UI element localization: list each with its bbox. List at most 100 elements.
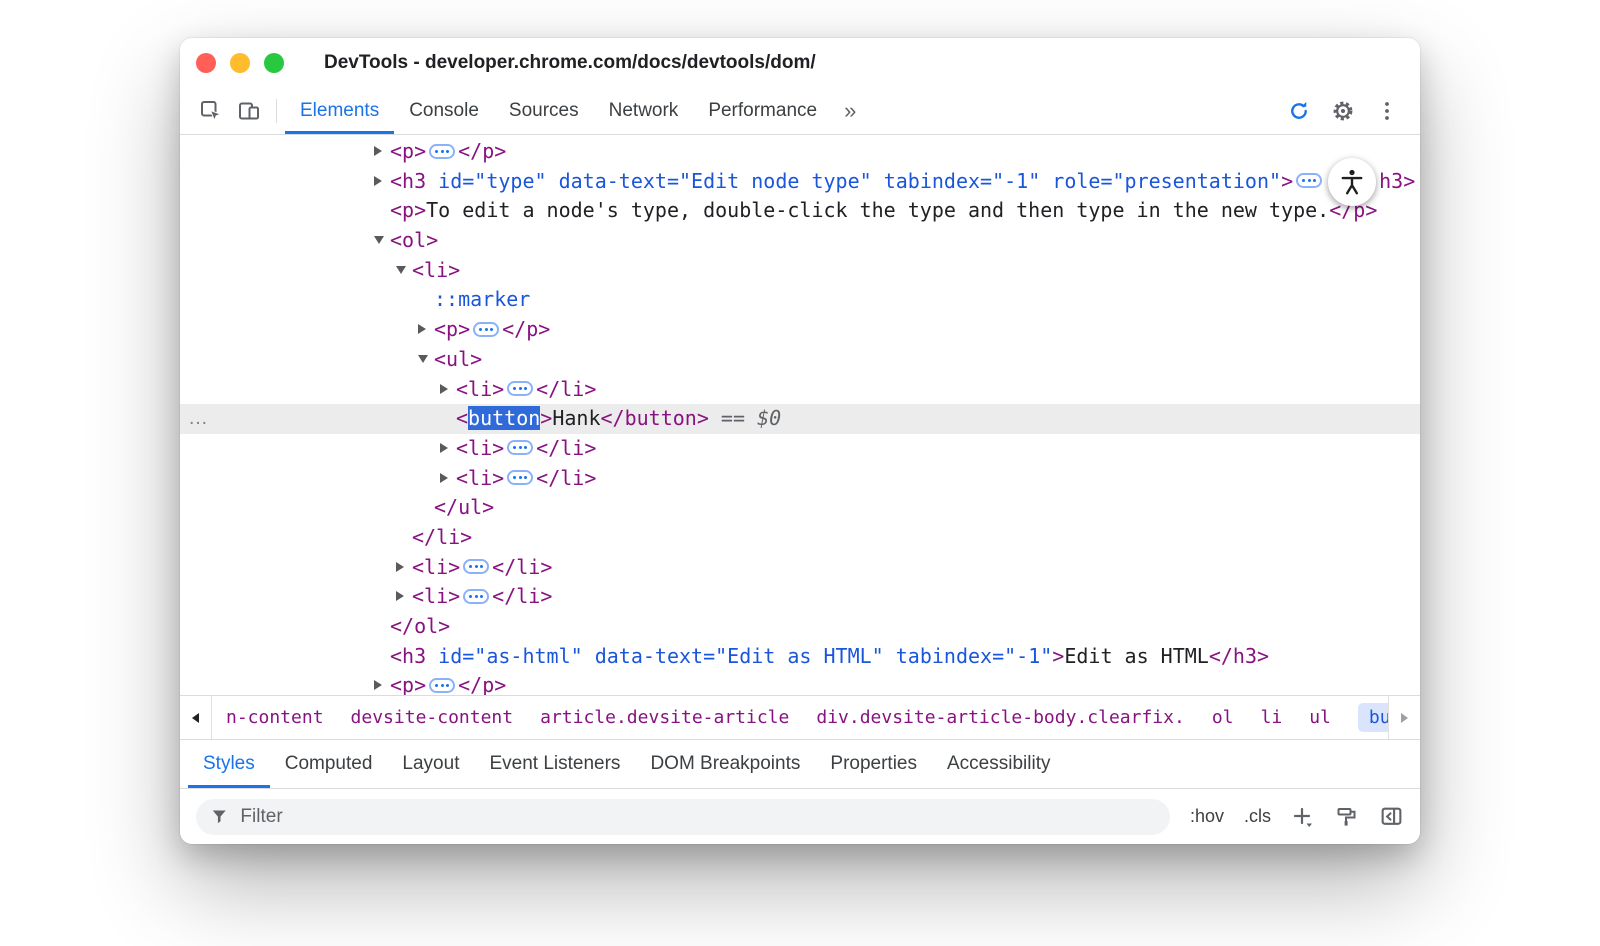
ellipsis-expand-icon[interactable]: [463, 589, 489, 604]
tab-accessibility[interactable]: Accessibility: [932, 740, 1065, 788]
dot: [1308, 179, 1311, 182]
breadcrumb-item-n-content[interactable]: n-content: [226, 707, 324, 728]
expand-arrow-icon[interactable]: [440, 434, 456, 464]
dom-attribute: id="type": [426, 169, 546, 193]
tab-network[interactable]: Network: [594, 87, 694, 134]
tree-row[interactable]: <li></li>: [180, 434, 1420, 464]
expand-arrow-icon[interactable]: [418, 315, 434, 345]
ellipsis-expand-icon[interactable]: [507, 470, 533, 485]
tree-row[interactable]: <li></li>: [180, 464, 1420, 494]
expand-arrow-icon[interactable]: [374, 671, 390, 695]
tree-row[interactable]: <p></p>: [180, 671, 1420, 695]
tree-row[interactable]: <li></li>: [180, 582, 1420, 612]
tab-styles[interactable]: Styles: [188, 740, 270, 788]
dot: [490, 328, 493, 331]
tree-row[interactable]: …<button>Hank</button> == $0: [180, 404, 1420, 434]
more-panels-button[interactable]: »: [832, 87, 868, 134]
dom-tag: <: [456, 406, 468, 430]
tree-row[interactable]: </ul>: [180, 493, 1420, 523]
tab-sources[interactable]: Sources: [494, 87, 594, 134]
breadcrumb-item-li[interactable]: li: [1261, 707, 1283, 728]
breadcrumb-item-button[interactable]: button: [1358, 703, 1388, 732]
toggle-sidebar-button[interactable]: [1379, 804, 1404, 829]
tab-layout[interactable]: Layout: [387, 740, 474, 788]
expand-arrow-icon[interactable]: [440, 464, 456, 494]
ellipsis-expand-icon[interactable]: [429, 144, 455, 159]
dot: [479, 328, 482, 331]
tree-row[interactable]: <ul>: [180, 345, 1420, 375]
dom-tag: </ul>: [434, 495, 494, 519]
tree-row[interactable]: <p></p>: [180, 315, 1420, 345]
new-style-rule-button[interactable]: [1291, 805, 1315, 829]
tree-row[interactable]: <h3 id="as-html" data-text="Edit as HTML…: [180, 642, 1420, 672]
tab-properties[interactable]: Properties: [815, 740, 932, 788]
device-toolbar-icon[interactable]: [230, 93, 268, 129]
ellipsis-expand-icon[interactable]: [507, 440, 533, 455]
tree-row[interactable]: </li>: [180, 523, 1420, 553]
expand-arrow-icon[interactable]: [374, 167, 390, 197]
inspect-element-icon[interactable]: [192, 93, 230, 129]
dom-tag: >: [1052, 644, 1064, 668]
rendering-emulation-button[interactable]: [1335, 805, 1359, 829]
tab-event-listeners[interactable]: Event Listeners: [474, 740, 635, 788]
breadcrumb-item-div-devsite-article-body-clearfix-[interactable]: div.devsite-article-body.clearfix.: [816, 707, 1184, 728]
tree-row[interactable]: ::marker: [180, 285, 1420, 315]
collapse-arrow-icon[interactable]: [418, 345, 434, 375]
filter-input[interactable]: [238, 805, 1156, 829]
row-actions-ellipsis[interactable]: …: [188, 404, 209, 434]
tree-row[interactable]: <p>To edit a node's type, double-click t…: [180, 196, 1420, 226]
ellipsis-expand-icon[interactable]: [1296, 173, 1322, 188]
tree-row[interactable]: <ol>: [180, 226, 1420, 256]
dot: [1313, 179, 1316, 182]
breadcrumb-scroll-right-button[interactable]: [1388, 696, 1420, 739]
dom-tag: <p>: [390, 139, 426, 163]
breadcrumb-item-article-devsite-article[interactable]: article.devsite-article: [540, 707, 789, 728]
tab-performance[interactable]: Performance: [693, 87, 832, 134]
dot: [485, 328, 488, 331]
dot: [513, 446, 516, 449]
expand-arrow-icon[interactable]: [440, 375, 456, 405]
kebab-menu-icon[interactable]: [1368, 93, 1406, 129]
collapse-arrow-icon[interactable]: [374, 226, 390, 256]
close-button[interactable]: [196, 53, 216, 73]
breadcrumb-item-ul[interactable]: ul: [1309, 707, 1331, 728]
expand-arrow-icon[interactable]: [396, 582, 412, 612]
breadcrumb-item-ol[interactable]: ol: [1212, 707, 1234, 728]
tab-computed[interactable]: Computed: [270, 740, 388, 788]
ellipsis-expand-icon[interactable]: [507, 381, 533, 396]
panel-tabs: ElementsConsoleSourcesNetworkPerformance: [285, 87, 832, 134]
tree-row[interactable]: <li></li>: [180, 553, 1420, 583]
selected-tag-name[interactable]: button: [468, 406, 540, 430]
sync-reload-icon[interactable]: [1280, 93, 1318, 129]
toolbar-divider: [276, 99, 277, 123]
tree-row[interactable]: <h3 id="type" data-text="Edit node type"…: [180, 167, 1420, 197]
minimize-button[interactable]: [230, 53, 250, 73]
plus-icon: [1291, 805, 1315, 829]
tree-row[interactable]: <li>: [180, 256, 1420, 286]
expand-arrow-icon[interactable]: [374, 137, 390, 167]
breadcrumb-item-devsite-content[interactable]: devsite-content: [351, 707, 514, 728]
dom-tree: <p></p><h3 id="type" data-text="Edit nod…: [180, 135, 1420, 695]
accessibility-person-icon[interactable]: [1328, 158, 1376, 206]
toggle-element-state-button[interactable]: :hov: [1190, 806, 1224, 827]
dot: [519, 476, 522, 479]
dot: [524, 446, 527, 449]
ellipsis-expand-icon[interactable]: [473, 322, 499, 337]
dom-text: To edit a node's type, double-click the …: [426, 198, 1329, 222]
tree-row[interactable]: </ol>: [180, 612, 1420, 642]
tab-console[interactable]: Console: [394, 87, 494, 134]
tree-row[interactable]: <p></p>: [180, 137, 1420, 167]
zoom-button[interactable]: [264, 53, 284, 73]
tab-elements[interactable]: Elements: [285, 87, 394, 134]
gear-icon: [1330, 98, 1356, 124]
ellipsis-expand-icon[interactable]: [463, 559, 489, 574]
tab-dom-breakpoints[interactable]: DOM Breakpoints: [635, 740, 815, 788]
ellipsis-expand-icon[interactable]: [429, 678, 455, 693]
collapse-arrow-icon[interactable]: [396, 256, 412, 286]
element-classes-button[interactable]: .cls: [1244, 806, 1271, 827]
filter-box[interactable]: [196, 799, 1170, 835]
settings-gear-icon[interactable]: [1324, 93, 1362, 129]
tree-row[interactable]: <li></li>: [180, 375, 1420, 405]
expand-arrow-icon[interactable]: [396, 553, 412, 583]
breadcrumb-scroll-left-button[interactable]: [180, 696, 212, 739]
